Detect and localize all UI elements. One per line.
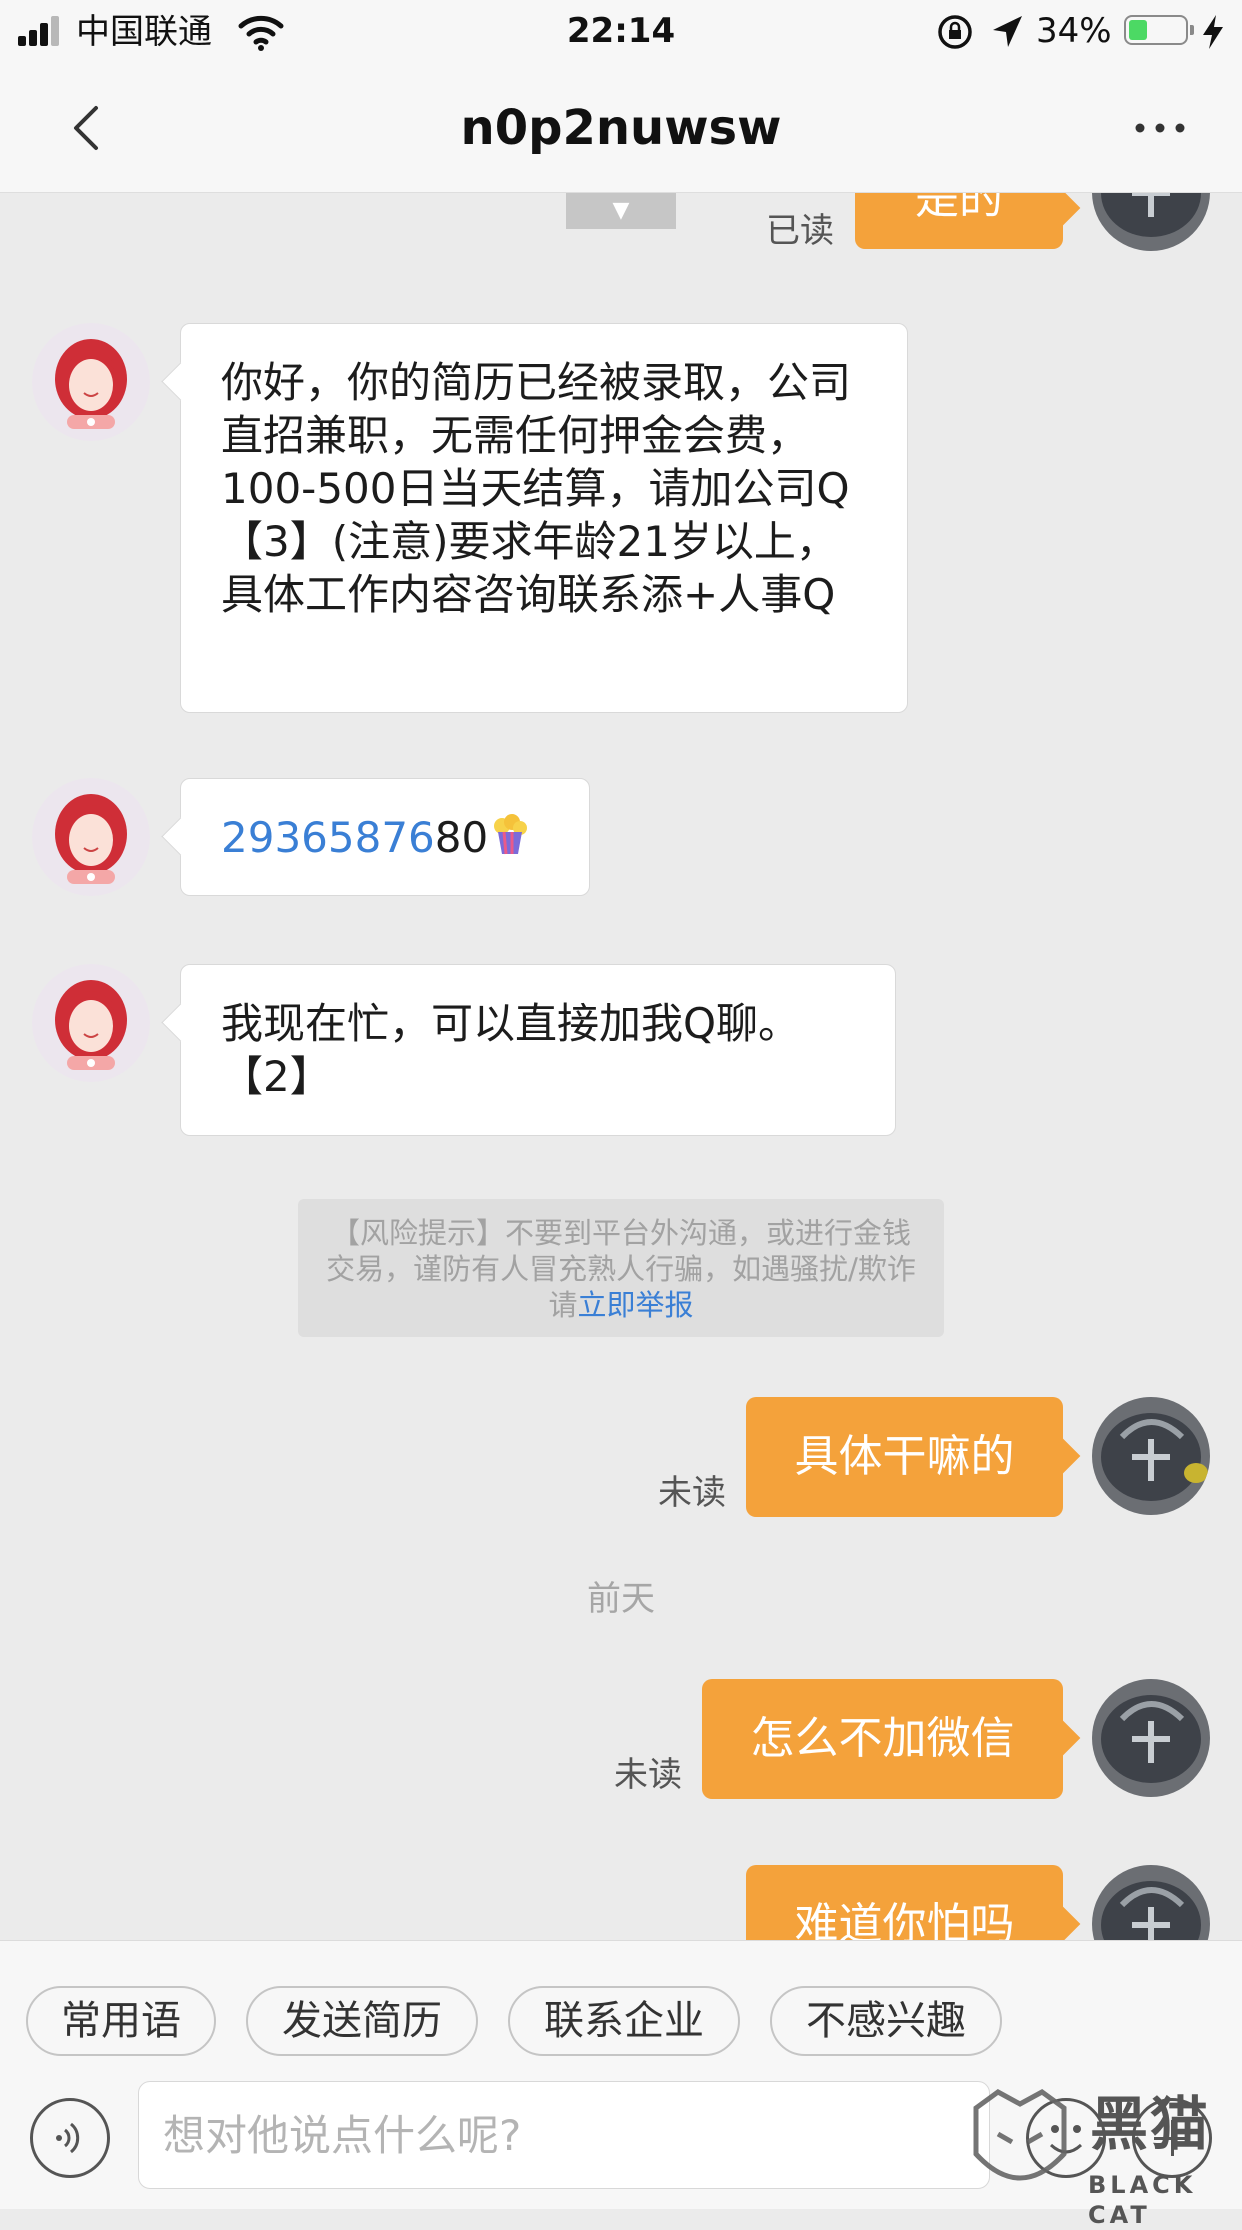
rotation-lock-icon: [938, 15, 972, 49]
read-status: 未读: [614, 1755, 682, 1795]
triangle-down-icon: ▼: [612, 198, 630, 223]
voice-input-button[interactable]: [30, 2098, 110, 2178]
risk-notice: 【风险提示】不要到平台外沟通，或进行金钱交易，谨防有人冒充熟人行骗，如遇骚扰/欺…: [298, 1199, 944, 1337]
message-text: 怎么不加微信: [750, 1713, 1015, 1764]
incoming-message[interactable]: 我现在忙，可以直接加我Q聊。【2】: [180, 964, 896, 1136]
user-avatar[interactable]: [1092, 1397, 1210, 1515]
battery-percent: 34%: [1036, 11, 1112, 51]
quick-reply-common-phrases[interactable]: 常用语: [26, 1986, 216, 2056]
outgoing-message[interactable]: 是的: [855, 193, 1063, 249]
nav-bar: n0p2nuwsw: [0, 64, 1242, 193]
voice-wave-icon: [56, 2122, 80, 2154]
recruiter-avatar[interactable]: [32, 323, 150, 441]
incoming-message[interactable]: 你好，你的简历已经被录取，公司直招兼职，无需任何押金会费，100-500日当天结…: [180, 323, 908, 713]
read-status: 已读: [766, 211, 834, 251]
message-text: 难道你怕吗: [794, 1899, 1015, 1940]
recruiter-avatar[interactable]: [32, 964, 150, 1082]
date-separator: 前天: [587, 1579, 655, 1619]
user-avatar[interactable]: [1092, 1679, 1210, 1797]
incoming-message[interactable]: 2936587680: [180, 778, 590, 896]
user-avatar[interactable]: [1092, 193, 1210, 251]
page-title: n0p2nuwsw: [460, 100, 782, 156]
message-text: 我现在忙，可以直接加我Q聊。【2】: [221, 999, 801, 1101]
quick-reply-send-resume[interactable]: 发送简历: [246, 1986, 478, 2056]
user-avatar[interactable]: [1092, 1865, 1210, 1940]
message-input[interactable]: [138, 2081, 990, 2189]
battery-icon: [1124, 15, 1194, 45]
popcorn-emoji-icon: [494, 814, 528, 855]
chat-area[interactable]: ▼ 已读 是的 你好，你的简历已经被录取，公司直招兼职，无需任何押金会费，100…: [0, 193, 1242, 1940]
watermark-text-cn: 黑猫: [1090, 2090, 1211, 2158]
quick-reply-not-interested[interactable]: 不感兴趣: [770, 1986, 1002, 2056]
status-bar: 中国联通 22:14 34%: [0, 0, 1242, 64]
message-text: 具体干嘛的: [794, 1431, 1015, 1482]
battery-fill: [1129, 20, 1147, 40]
message-text: 是的: [915, 193, 1003, 224]
scroll-down-button[interactable]: ▼: [566, 193, 676, 229]
report-link[interactable]: 立即举报: [578, 1288, 694, 1322]
phone-number-link[interactable]: 29365876: [221, 813, 435, 862]
read-status: 未读: [658, 1473, 726, 1513]
recruiter-avatar[interactable]: [32, 778, 150, 896]
message-text: 你好，你的简历已经被录取，公司直招兼职，无需任何押金会费，100-500日当天结…: [221, 358, 852, 619]
more-dots-icon[interactable]: [1130, 116, 1190, 140]
charging-bolt-icon: [1203, 15, 1223, 49]
outgoing-message[interactable]: 难道你怕吗: [746, 1865, 1063, 1940]
message-text: 80: [434, 813, 489, 862]
quick-reply-contact-company[interactable]: 联系企业: [508, 1986, 740, 2056]
watermark-text-en: BLACK CAT: [1088, 2171, 1197, 2229]
outgoing-message[interactable]: 具体干嘛的: [746, 1397, 1063, 1517]
location-arrow-icon: [993, 16, 1022, 47]
outgoing-message[interactable]: 怎么不加微信: [702, 1679, 1063, 1799]
